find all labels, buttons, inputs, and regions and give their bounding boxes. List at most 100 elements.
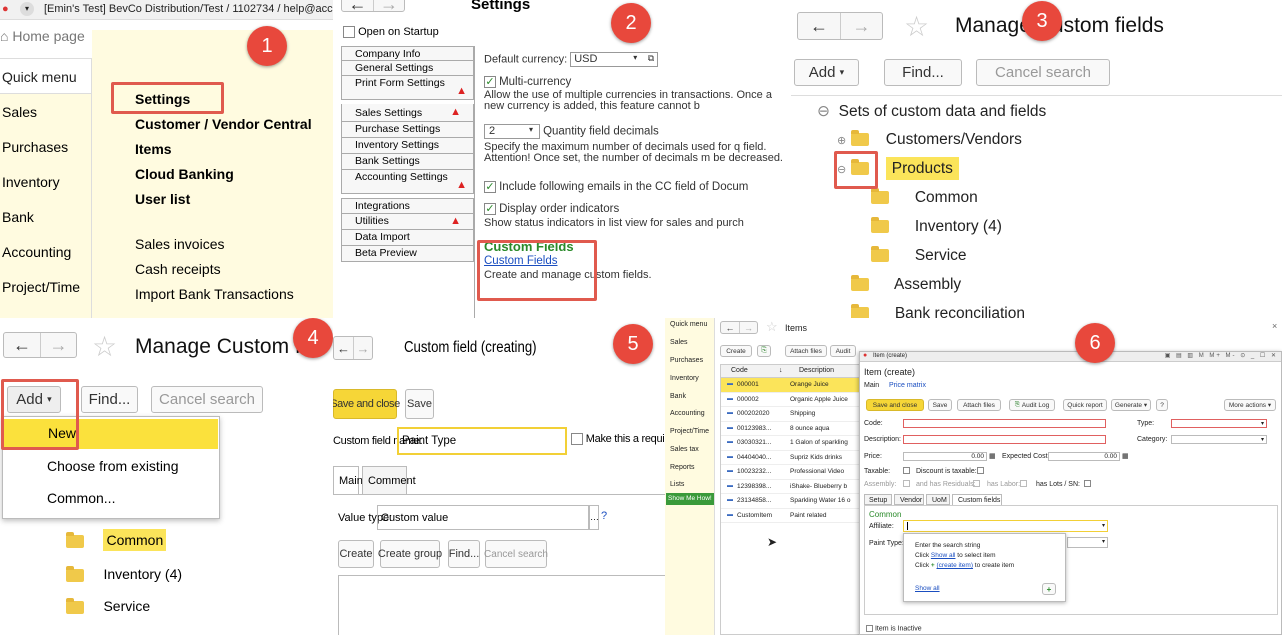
affiliate-input[interactable]: ▾ xyxy=(903,520,1108,532)
dlg-save-button[interactable]: Save xyxy=(928,399,952,411)
expand-icon[interactable]: ⊕ xyxy=(837,135,846,147)
dropdown-icon[interactable]: ▾ xyxy=(20,2,34,16)
tab-company-info[interactable]: Company Info xyxy=(341,46,474,61)
table-row[interactable]: ▬ 000001 Orange Juice xyxy=(721,378,859,393)
calculator-icon[interactable]: ▦ xyxy=(1122,452,1129,460)
currency-select[interactable]: USD ▾ ⧉ xyxy=(570,52,659,67)
nav-quick-menu[interactable]: Quick menu xyxy=(0,58,91,94)
create-group-button[interactable]: Create group xyxy=(378,540,442,568)
tree-bank-reconciliation[interactable]: Bank reconciliation xyxy=(851,304,1025,318)
dlg-tab-price-matrix[interactable]: Price matrix xyxy=(889,382,926,389)
back-icon[interactable]: ← xyxy=(4,333,40,357)
tree-root[interactable]: ⊖ Sets of custom data and fields xyxy=(817,102,1046,121)
sidebar-quick-menu[interactable]: Quick menu xyxy=(670,321,707,328)
back-icon[interactable]: ← xyxy=(721,322,739,333)
discount-checkbox[interactable] xyxy=(977,467,984,474)
forward-icon[interactable]: → xyxy=(839,13,882,39)
open-on-startup[interactable]: Open on Startup xyxy=(343,26,439,39)
lots-checkbox[interactable] xyxy=(1084,480,1091,487)
back-icon[interactable]: ← xyxy=(798,13,840,39)
sidebar-lists[interactable]: Lists xyxy=(670,481,684,488)
paint-type-input[interactable]: ▾ xyxy=(1067,537,1108,548)
table-row[interactable]: ▬ CustomItem Paint related xyxy=(721,509,859,523)
subtab-vendor[interactable]: Vendor xyxy=(894,494,924,505)
sidebar-project-time[interactable]: Project/Time xyxy=(670,428,709,435)
tree-service[interactable]: Service xyxy=(871,246,967,265)
nav-buttons[interactable]: ← → xyxy=(3,332,77,358)
collapse-icon[interactable]: ⊖ xyxy=(817,103,830,120)
table-row[interactable]: ▬ 000202020 Shipping xyxy=(721,407,859,422)
price-input[interactable]: 0.00 xyxy=(903,452,987,461)
menu-common[interactable]: Common... xyxy=(47,490,115,506)
col-code[interactable]: Code xyxy=(731,367,748,374)
code-input[interactable] xyxy=(903,419,1106,428)
menu-items[interactable]: Items xyxy=(135,141,172,157)
category-select[interactable]: ▾ xyxy=(1171,435,1267,444)
show-me-how-button[interactable]: Show Me How! xyxy=(666,493,714,505)
value-type-select-button[interactable]: … xyxy=(589,505,599,530)
tab-general-settings[interactable]: General Settings xyxy=(341,61,474,76)
audit-button[interactable]: Audit xyxy=(830,345,856,357)
taxable-checkbox[interactable] xyxy=(903,467,910,474)
star-icon[interactable]: ☆ xyxy=(92,330,117,363)
tree-inventory[interactable]: Inventory (4) xyxy=(871,217,1002,236)
tab-main[interactable]: Main xyxy=(333,466,363,495)
subtab-setup[interactable]: Setup xyxy=(864,494,892,505)
tab-beta-preview[interactable]: Beta Preview xyxy=(341,246,474,262)
show-all-inline-link[interactable]: Show all xyxy=(931,552,956,559)
table-row[interactable]: ▬ 03030321... 1 Galon of sparkling xyxy=(721,436,859,451)
menu-sales-invoices[interactable]: Sales invoices xyxy=(135,236,225,252)
tree-customers-vendors[interactable]: ⊕ Customers/Vendors xyxy=(837,130,1022,149)
indicators-checkbox[interactable]: ✓ xyxy=(484,203,496,216)
nav-accounting[interactable]: Accounting xyxy=(0,234,91,269)
link-icon[interactable]: ⧉ xyxy=(648,53,654,64)
create-item-link[interactable]: (create item) xyxy=(937,562,973,569)
cc-emails[interactable]: ✓ Include following emails in the CC fie… xyxy=(484,181,791,194)
nav-sales[interactable]: Sales xyxy=(0,94,91,129)
home-link[interactable]: ⌂ Home page xyxy=(0,28,85,44)
required-checkbox[interactable] xyxy=(571,433,583,446)
assembly-checkbox[interactable] xyxy=(903,480,910,487)
back-icon[interactable]: ← xyxy=(334,337,353,359)
tab-utilities[interactable]: Utilities ▲ xyxy=(341,214,474,230)
star-icon[interactable]: ☆ xyxy=(904,10,929,43)
sidebar-sales-tax[interactable]: Sales tax xyxy=(670,446,699,453)
sidebar-accounting[interactable]: Accounting xyxy=(670,410,705,417)
startup-checkbox[interactable] xyxy=(343,26,355,39)
save-button[interactable]: Save xyxy=(405,389,434,419)
cancel-search-button[interactable]: Cancel search xyxy=(151,386,263,413)
value-type-input[interactable]: Custom value xyxy=(377,505,589,530)
tab-inventory-settings[interactable]: Inventory Settings xyxy=(341,138,474,154)
menu-choose-from-existing[interactable]: Choose from existing xyxy=(47,458,179,474)
field-name-input[interactable]: Paint Type xyxy=(397,427,567,455)
expected-cost-input[interactable]: 0.00 xyxy=(1048,452,1120,461)
dlg-help-button[interactable]: ? xyxy=(1156,399,1168,411)
dlg-attach-files-button[interactable]: Attach files xyxy=(957,399,1001,411)
dlg-save-close-button[interactable]: Save and close xyxy=(866,399,924,411)
forward-icon[interactable]: → xyxy=(738,322,757,333)
inactive-checkbox[interactable] xyxy=(866,625,873,632)
popup-show-all-link[interactable]: Show all xyxy=(915,585,940,592)
cancel-search-button[interactable]: Cancel search xyxy=(484,540,548,568)
menu-cash-receipts[interactable]: Cash receipts xyxy=(135,261,221,277)
close-icon[interactable]: × xyxy=(1272,321,1277,331)
create-button[interactable]: Create xyxy=(338,540,374,568)
sort-icon[interactable]: ↓ xyxy=(779,367,783,374)
residuals-checkbox[interactable] xyxy=(973,480,980,487)
tab-integrations[interactable]: Integrations xyxy=(341,198,474,214)
nav-project-time[interactable]: Project/Time xyxy=(0,269,91,304)
table-row[interactable]: ▬ 04404040... Supriz Kids drinks xyxy=(721,451,859,465)
more-actions-button[interactable]: More actions ▾ xyxy=(1224,399,1276,411)
save-and-close-button[interactable]: Save and close xyxy=(333,389,400,419)
multi-currency-checkbox[interactable]: ✓ xyxy=(484,76,496,89)
star-icon[interactable]: ☆ xyxy=(766,319,778,335)
nav-inventory[interactable]: Inventory xyxy=(0,164,91,199)
required-field[interactable]: Make this a required field xyxy=(571,433,665,446)
popup-add-button[interactable]: + xyxy=(1042,583,1056,595)
forward-icon[interactable]: → xyxy=(372,0,404,14)
inactive-row[interactable]: Item is Inactive xyxy=(866,625,922,632)
multi-currency[interactable]: ✓ Multi-currency xyxy=(484,76,791,89)
forward-icon[interactable]: → xyxy=(40,333,76,357)
add-button[interactable]: Add ▾ xyxy=(794,59,859,86)
tree-common[interactable]: Common xyxy=(66,529,167,551)
